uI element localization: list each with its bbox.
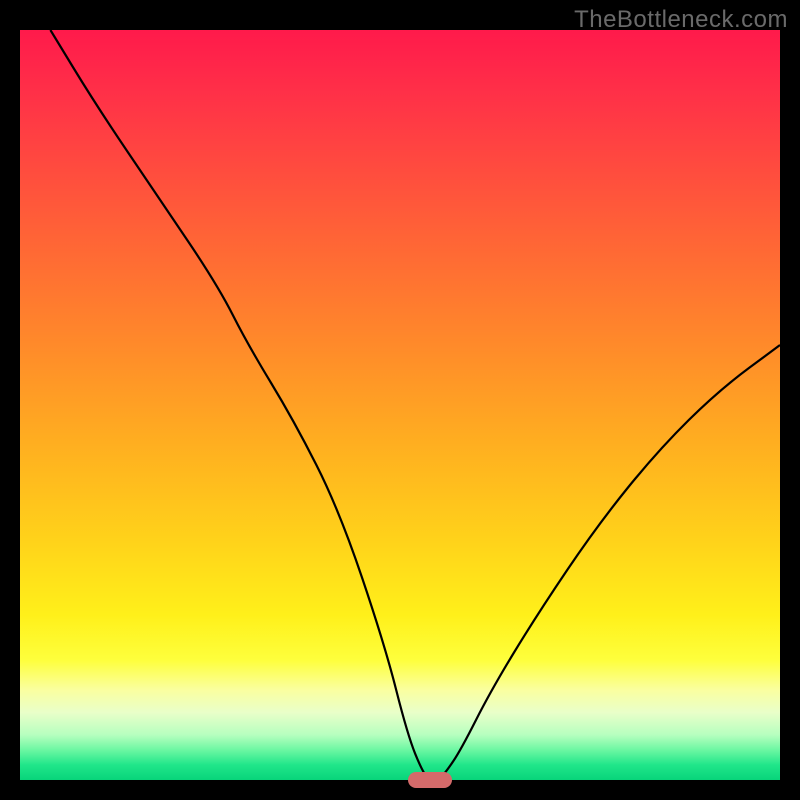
minimum-marker — [408, 772, 452, 788]
curve-path — [50, 30, 780, 780]
bottleneck-curve — [20, 30, 780, 780]
plot-area — [20, 30, 780, 780]
watermark-text: TheBottleneck.com — [574, 6, 788, 34]
chart-frame: TheBottleneck.com — [0, 0, 800, 800]
